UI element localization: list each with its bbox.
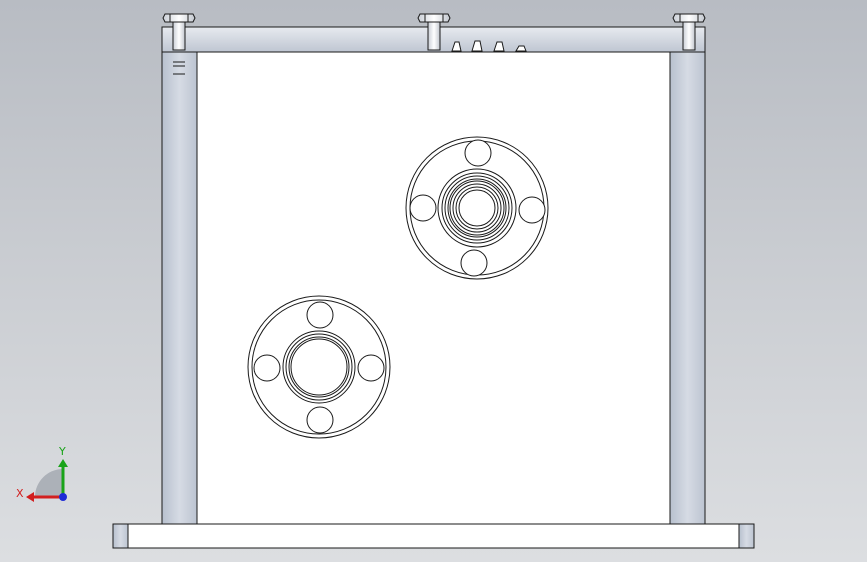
y-axis-label: Y — [58, 445, 66, 458]
right-frame — [669, 51, 706, 525]
z-axis-dot — [59, 493, 67, 501]
model-drawing: Y X — [16, 13, 755, 549]
x-axis-label: X — [16, 487, 24, 500]
flange-upper-hole-right — [518, 196, 546, 224]
triad-plane — [35, 469, 63, 497]
flange-upper-hole-left — [409, 194, 437, 222]
main-body-plate — [196, 51, 671, 525]
flange-lower — [247, 295, 391, 439]
orientation-triad: Y X — [16, 445, 68, 502]
flange-upper-hole-bottom — [460, 249, 488, 277]
x-axis-arrow — [26, 492, 34, 502]
flange-lower-hole-bottom — [306, 406, 334, 434]
flange-upper — [405, 136, 549, 280]
cad-graphics-viewport[interactable]: Y X — [0, 0, 867, 562]
flange-lower-hole-right — [357, 354, 385, 382]
left-frame — [161, 51, 198, 525]
base-plate — [112, 523, 755, 549]
flange-lower-hole-top — [306, 301, 334, 329]
y-axis-arrow — [58, 459, 68, 467]
flange-upper-hole-top — [464, 139, 492, 167]
flange-lower-hole-left — [253, 354, 281, 382]
